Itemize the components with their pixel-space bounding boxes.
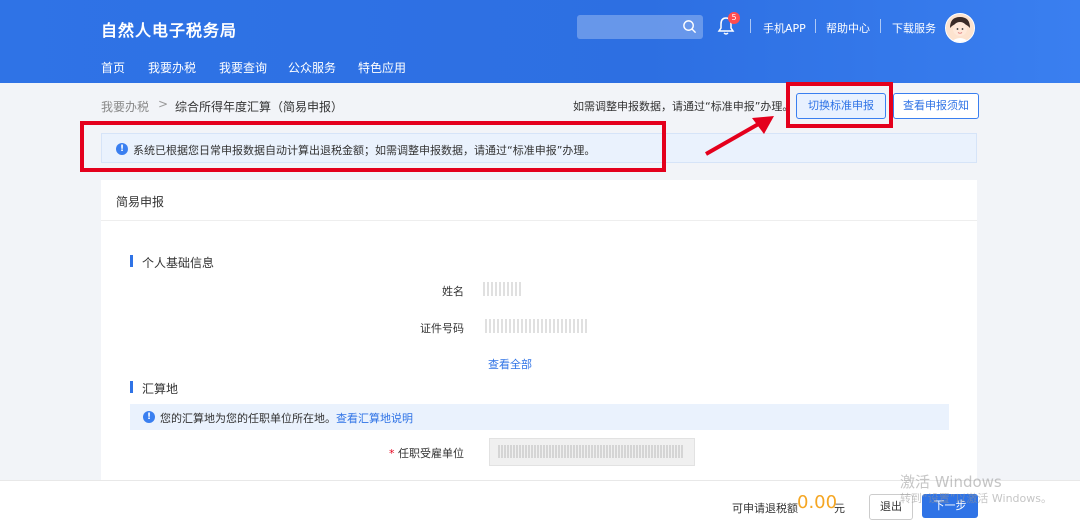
employer-label-text: 任职受雇单位 — [398, 447, 464, 460]
top-header: 自然人电子税务局 5 手机APP 帮助中心 下载服务 首页 我要办税 我要查询 … — [0, 0, 1080, 83]
nav-public-service[interactable]: 公众服务 — [288, 59, 336, 76]
section-marker — [130, 255, 133, 267]
windows-activation-subtext: 转到“设置”以激活 Windows。 — [900, 492, 1052, 505]
name-value-redacted — [483, 282, 521, 296]
personal-info-title: 个人基础信息 — [142, 256, 215, 270]
header-divider — [750, 19, 751, 33]
download-service-link[interactable]: 下载服务 — [892, 20, 936, 36]
user-avatar-icon — [946, 14, 974, 42]
refund-label: 可申请退税额 — [732, 502, 798, 515]
search-icon[interactable] — [682, 19, 697, 34]
id-number-value-redacted — [485, 319, 589, 333]
search-box[interactable] — [577, 15, 703, 39]
page-title: 综合所得年度汇算（简易申报） — [175, 100, 344, 114]
notification-badge: 5 — [728, 12, 740, 24]
annotation-box-switch — [786, 82, 893, 128]
employer-value-redacted — [498, 445, 684, 458]
nav-featured-apps[interactable]: 特色应用 — [358, 59, 406, 76]
card-header: 简易申报 — [101, 180, 977, 221]
breadcrumb-parent[interactable]: 我要办税 — [101, 98, 149, 115]
header-divider — [815, 19, 816, 33]
search-input[interactable] — [583, 18, 683, 38]
nav-tax-handling[interactable]: 我要办税 — [148, 59, 196, 76]
nav-home[interactable]: 首页 — [101, 59, 125, 76]
settlement-info-text: 您的汇算地为您的任职单位所在地。查看汇算地说明 — [160, 410, 413, 426]
avatar[interactable] — [945, 13, 975, 43]
help-center-link[interactable]: 帮助中心 — [826, 20, 870, 36]
annotation-arrow-icon — [705, 116, 774, 156]
settlement-place-title: 汇算地 — [142, 382, 179, 396]
breadcrumb-separator: > — [158, 97, 169, 111]
id-number-label: 证件号码 — [420, 322, 464, 335]
refund-unit: 元 — [834, 502, 845, 515]
nav-query[interactable]: 我要查询 — [219, 59, 267, 76]
employer-select[interactable] — [489, 438, 695, 466]
annotation-box-info — [80, 121, 666, 172]
view-filing-notice-button[interactable]: 查看申报须知 — [893, 93, 979, 119]
simple-filing-card: 简易申报 个人基础信息 姓名 证件号码 查看全部 汇算地 ! 您的汇算地为您的任… — [101, 180, 977, 480]
view-all-link[interactable]: 查看全部 — [488, 356, 532, 372]
refund-amount: 0.00 — [797, 492, 838, 513]
required-mark: * — [389, 447, 395, 460]
mobile-app-link[interactable]: 手机APP — [763, 20, 806, 36]
site-title[interactable]: 自然人电子税务局 — [101, 17, 237, 41]
section-marker — [130, 381, 133, 393]
name-label: 姓名 — [442, 285, 464, 298]
info-icon: ! — [143, 411, 155, 423]
card-title: 简易申报 — [116, 195, 165, 209]
settlement-info-message: 您的汇算地为您的任职单位所在地。 — [160, 412, 336, 425]
employer-label: * 任职受雇单位 — [371, 445, 464, 461]
settlement-info-banner: ! 您的汇算地为您的任职单位所在地。查看汇算地说明 — [130, 404, 949, 430]
windows-activation-watermark: 激活 Windows — [900, 473, 1002, 491]
header-divider — [880, 19, 881, 33]
settlement-explanation-link[interactable]: 查看汇算地说明 — [336, 412, 413, 425]
